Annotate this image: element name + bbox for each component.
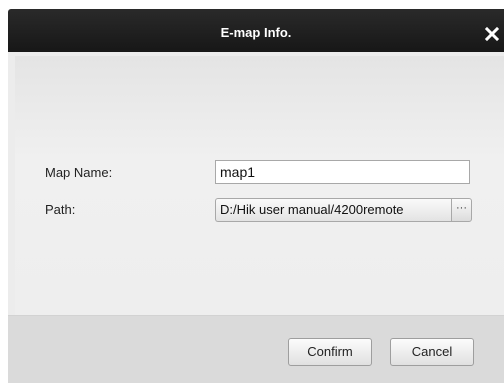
dialog-titlebar[interactable]: E-map Info. [8, 9, 504, 52]
cancel-button[interactable]: Cancel [390, 338, 474, 366]
path-label: Path: [45, 202, 76, 217]
dialog-body [15, 56, 504, 315]
emap-info-dialog: E-map Info. Map Name: Path: D:/Hik user … [8, 9, 504, 383]
close-button[interactable] [484, 26, 500, 42]
browse-button[interactable]: ··· [451, 198, 472, 222]
page-background: E-map Info. Map Name: Path: D:/Hik user … [0, 0, 504, 383]
map-name-input[interactable] [215, 160, 470, 184]
path-field[interactable]: D:/Hik user manual/4200remote [215, 198, 451, 222]
confirm-button[interactable]: Confirm [288, 338, 372, 366]
map-name-label: Map Name: [45, 165, 113, 180]
close-icon [484, 26, 500, 42]
dialog-title: E-map Info. [220, 25, 292, 40]
